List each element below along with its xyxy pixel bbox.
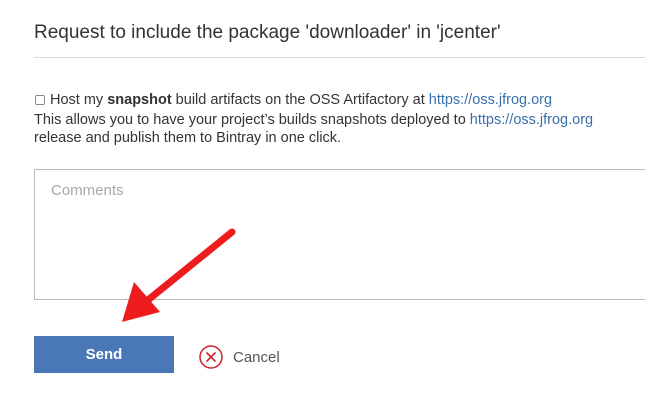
description-line-1: This allows you to have your project’s b… bbox=[34, 111, 593, 129]
oss-artifactory-link[interactable]: https://oss.jfrog.org bbox=[429, 91, 552, 109]
oss-jfrog-link[interactable]: https://oss.jfrog.org bbox=[470, 112, 593, 128]
dialog-title: Request to include the package 'download… bbox=[34, 22, 501, 43]
description-line-1-text: This allows you to have your project’s b… bbox=[34, 112, 470, 128]
comments-textarea[interactable]: Comments bbox=[34, 169, 645, 300]
request-inclusion-dialog: Request to include the package 'download… bbox=[0, 0, 645, 408]
snapshot-checkbox[interactable] bbox=[35, 95, 45, 105]
snapshot-description: This allows you to have your project’s b… bbox=[34, 111, 593, 147]
send-button[interactable]: Send bbox=[34, 336, 174, 373]
snapshot-label-bold: snapshot bbox=[107, 92, 172, 108]
snapshot-label-after: build artifacts on the OSS Artifactory a… bbox=[171, 92, 429, 108]
description-line-2: release and publish them to Bintray in o… bbox=[34, 130, 342, 146]
cancel-button[interactable]: Cancel bbox=[199, 345, 280, 369]
cancel-label: Cancel bbox=[233, 348, 280, 366]
title-divider bbox=[34, 57, 645, 58]
comments-placeholder: Comments bbox=[51, 182, 124, 199]
circle-x-icon bbox=[199, 345, 223, 369]
snapshot-option-row: Host my snapshot build artifacts on the … bbox=[34, 91, 552, 109]
snapshot-label-before: Host my bbox=[50, 92, 108, 108]
